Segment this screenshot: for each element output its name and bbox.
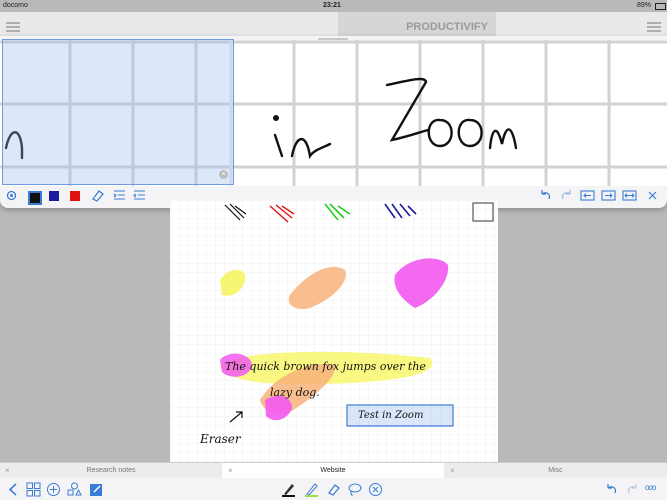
eraser-tool-icon[interactable] — [326, 482, 341, 497]
tab-website[interactable]: Website — [222, 463, 444, 479]
more-icon[interactable]: ooo — [645, 483, 656, 492]
handwriting-line-1: The quick brown fox jumps over the — [225, 360, 426, 373]
move-right-icon[interactable] — [601, 188, 616, 203]
undo-icon[interactable] — [538, 188, 553, 203]
highlighter-icon[interactable] — [304, 482, 319, 497]
outdent-icon[interactable] — [132, 188, 147, 203]
bottom-toolbar: ooo — [0, 478, 667, 500]
close-icon[interactable] — [645, 188, 660, 203]
shapes-icon[interactable] — [67, 482, 82, 497]
selection-close-icon[interactable]: × — [219, 170, 228, 179]
close-icon[interactable]: × — [228, 463, 233, 479]
gear-icon[interactable] — [4, 188, 19, 203]
indent-icon[interactable] — [112, 188, 127, 203]
status-time: 23:21 — [323, 2, 341, 9]
eraser-icon[interactable] — [90, 188, 105, 203]
close-icon[interactable]: × — [5, 463, 10, 479]
tab-misc[interactable]: Misc — [444, 463, 667, 479]
redo-icon[interactable] — [625, 482, 640, 497]
signal-carrier: docomo — [3, 2, 28, 9]
notebook-page[interactable]: The quick brown fox jumps over the lazy … — [170, 200, 498, 462]
lasso-icon[interactable] — [347, 482, 362, 497]
color-swatch-blue[interactable] — [49, 191, 59, 201]
eraser-label: Eraser — [200, 432, 241, 446]
menu-icon[interactable] — [6, 22, 20, 32]
edit-note-icon[interactable] — [89, 482, 104, 497]
undo-icon[interactable] — [604, 482, 619, 497]
redo-icon[interactable] — [559, 188, 574, 203]
handwriting-line-2: lazy dog. — [270, 386, 320, 399]
close-circle-icon[interactable] — [368, 482, 383, 497]
text-box[interactable]: Test in Zoom — [358, 410, 423, 421]
pen-tool-icon[interactable] — [281, 482, 296, 497]
color-swatch-black[interactable] — [28, 191, 42, 205]
back-chevron-icon[interactable] — [6, 482, 21, 497]
menu-icon-right[interactable] — [647, 22, 661, 32]
page-canvas — [170, 200, 498, 462]
color-swatch-red[interactable] — [70, 191, 80, 201]
grid-view-icon[interactable] — [26, 482, 41, 497]
fit-width-icon[interactable] — [622, 188, 637, 203]
notebook-tabs: Research notes × Website × Misc × — [0, 462, 667, 479]
battery-percent: 89% — [637, 2, 652, 9]
zoom-selection-box[interactable] — [2, 39, 234, 185]
add-icon[interactable] — [46, 482, 61, 497]
tab-research-notes[interactable]: Research notes — [0, 463, 222, 479]
status-bar: docomo 23:21 89% — [0, 0, 667, 12]
battery-icon — [655, 3, 666, 10]
close-icon[interactable]: × — [450, 463, 455, 479]
move-left-icon[interactable] — [580, 188, 595, 203]
